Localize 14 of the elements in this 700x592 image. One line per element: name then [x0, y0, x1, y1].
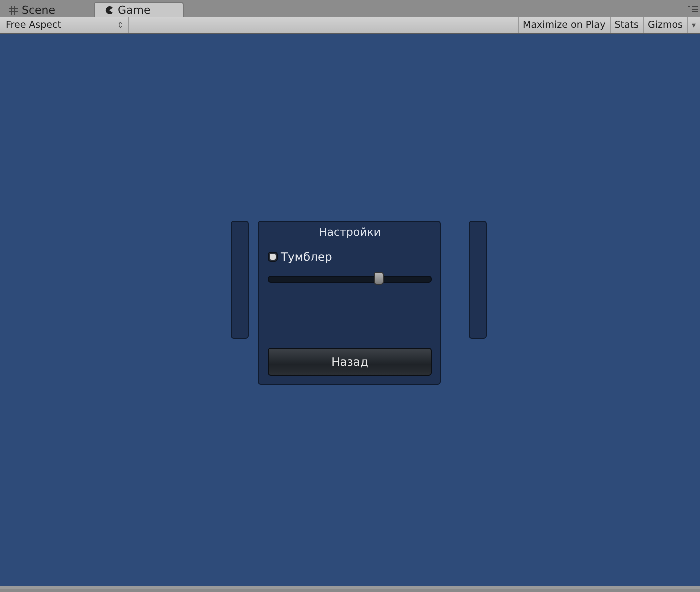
- aspect-dropdown[interactable]: Free Aspect ⇕: [0, 17, 129, 33]
- gizmos-dropdown[interactable]: ▾: [686, 17, 700, 33]
- tab[interactable]: Scene: [4, 2, 88, 17]
- tab[interactable]: Game: [94, 2, 184, 17]
- window-title: Настройки: [318, 226, 382, 239]
- toolbar-button[interactable]: Stats: [610, 17, 643, 33]
- toggle[interactable]: Тумблер: [268, 250, 332, 264]
- back-button[interactable]: Назад: [268, 348, 432, 376]
- pacman-icon: [105, 6, 114, 14]
- toolbar-button[interactable]: Maximize on Play: [518, 17, 610, 33]
- grid-icon: [9, 6, 18, 14]
- toolbar-button[interactable]: Gizmos: [642, 17, 687, 33]
- slider-thumb[interactable]: [374, 272, 384, 285]
- menu-icon[interactable]: [688, 6, 698, 13]
